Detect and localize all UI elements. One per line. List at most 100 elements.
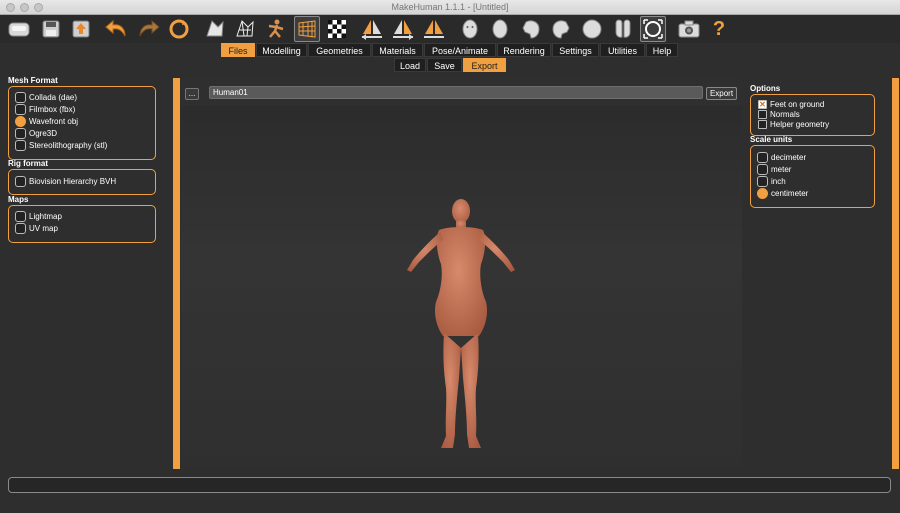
- back-view-icon: [492, 19, 508, 39]
- radio-button[interactable]: [15, 104, 26, 115]
- radio-button-selected[interactable]: [757, 188, 768, 199]
- export-button[interactable]: Export: [706, 87, 737, 100]
- mesh-format-option-collada[interactable]: Collada (dae): [15, 92, 77, 103]
- maps-title: Maps: [8, 195, 29, 204]
- toolbar-button-help[interactable]: ?: [706, 16, 732, 42]
- maps-option-lightmap[interactable]: Lightmap: [15, 211, 62, 222]
- left-view-icon: [522, 20, 540, 39]
- radio-button[interactable]: [757, 152, 768, 163]
- mesh-format-option-filmbox[interactable]: Filmbox (fbx): [15, 104, 75, 115]
- toolbar-button-right-view[interactable]: [548, 16, 574, 42]
- toolbar-button-bottom-view[interactable]: [610, 16, 636, 42]
- toolbar-button-save[interactable]: [38, 16, 64, 42]
- radio-button[interactable]: [757, 176, 768, 187]
- toolbar-button-redo[interactable]: [135, 16, 161, 42]
- tab-settings[interactable]: Settings: [552, 43, 599, 57]
- tab-files[interactable]: Files: [221, 43, 255, 57]
- filename-input[interactable]: Human01: [209, 86, 703, 99]
- checkbox[interactable]: [758, 110, 767, 119]
- options-group: ✕ Feet on ground Normals Helper geometry: [750, 94, 875, 136]
- pose-icon: [268, 19, 284, 38]
- help-icon: ?: [712, 17, 726, 40]
- checkbox[interactable]: [15, 211, 26, 222]
- scale-option-decimeter[interactable]: decimeter: [757, 152, 806, 163]
- toolbar-button-checker[interactable]: [324, 16, 350, 42]
- toolbar-button-screenshot[interactable]: [676, 16, 702, 42]
- toolbar-button-reset[interactable]: [166, 16, 192, 42]
- right-splitter[interactable]: [892, 78, 899, 469]
- scale-units-group: decimeter meter inch centimeter: [750, 145, 875, 208]
- tab-modelling[interactable]: Modelling: [256, 43, 307, 57]
- browse-button[interactable]: ...: [185, 88, 199, 100]
- front-view-icon: [462, 19, 478, 39]
- rig-format-title: Rig format: [8, 159, 48, 168]
- toolbar-button-undo[interactable]: [104, 16, 130, 42]
- tab-help[interactable]: Help: [646, 43, 678, 57]
- radio-button[interactable]: [757, 164, 768, 175]
- toolbar-button-reset-camera[interactable]: [640, 16, 666, 42]
- scale-option-inch[interactable]: inch: [757, 176, 786, 187]
- toolbar-button-pose[interactable]: [263, 16, 289, 42]
- wireframe-mesh-icon: [236, 20, 254, 37]
- redo-icon: [139, 19, 160, 37]
- subtab-load[interactable]: Load: [394, 58, 426, 72]
- radio-button[interactable]: [15, 128, 26, 139]
- toolbar-button-front-view[interactable]: [457, 16, 483, 42]
- reset-camera-icon: [643, 19, 663, 39]
- scale-units-title: Scale units: [750, 135, 793, 144]
- options-title: Options: [750, 84, 781, 93]
- sub-tab-bar: Load Save Export: [0, 58, 900, 72]
- scale-option-centimeter[interactable]: centimeter: [757, 188, 808, 199]
- tab-rendering[interactable]: Rendering: [497, 43, 551, 57]
- main-toolbar: ?: [0, 15, 900, 43]
- top-view-icon: [582, 19, 602, 39]
- toolbar-button-grid[interactable]: [294, 16, 320, 42]
- mesh-format-option-stl[interactable]: Stereolithography (stl): [15, 140, 107, 151]
- undo-icon: [105, 19, 126, 37]
- toolbar-button-export[interactable]: [68, 16, 94, 42]
- radio-button[interactable]: [15, 92, 26, 103]
- mesh-format-option-ogre3d[interactable]: Ogre3D: [15, 128, 57, 139]
- radio-button[interactable]: [15, 140, 26, 151]
- main-tab-bar: Files Modelling Geometries Materials Pos…: [0, 43, 900, 57]
- status-bar: [8, 477, 891, 493]
- toolbar-button-symmetry-left[interactable]: [359, 16, 385, 42]
- left-splitter[interactable]: [173, 78, 180, 469]
- save-icon: [42, 20, 60, 38]
- radio-button-selected[interactable]: [15, 116, 26, 127]
- symmetry-right-icon: [393, 20, 413, 40]
- tab-materials[interactable]: Materials: [372, 43, 423, 57]
- toolbar-button-symmetry[interactable]: [421, 16, 447, 42]
- toolbar-button-symmetry-right[interactable]: [390, 16, 416, 42]
- toolbar-button-smooth[interactable]: [202, 16, 228, 42]
- screenshot-icon: [678, 20, 700, 38]
- option-helper-geometry[interactable]: Helper geometry: [758, 119, 829, 130]
- human-figure: [407, 199, 515, 448]
- checkbox[interactable]: [758, 120, 767, 129]
- checkbox-checked[interactable]: ✕: [758, 100, 767, 109]
- title-bar: MakeHuman 1.1.1 - [Untitled]: [0, 0, 900, 15]
- tab-pose-animate[interactable]: Pose/Animate: [424, 43, 496, 57]
- toolbar-button-top-view[interactable]: [579, 16, 605, 42]
- bottom-view-icon: [615, 19, 631, 38]
- toolbar-button-wireframe[interactable]: [6, 16, 32, 42]
- checkbox[interactable]: [15, 223, 26, 234]
- radio-button[interactable]: [15, 176, 26, 187]
- scale-option-meter[interactable]: meter: [757, 164, 791, 175]
- maps-option-uv-map[interactable]: UV map: [15, 223, 58, 234]
- tab-utilities[interactable]: Utilities: [600, 43, 645, 57]
- window-title: MakeHuman 1.1.1 - [Untitled]: [391, 2, 509, 12]
- 3d-viewport[interactable]: [181, 78, 742, 469]
- toolbar-button-back-view[interactable]: [487, 16, 513, 42]
- symmetry-icon: [424, 20, 444, 38]
- rig-format-option-bvh[interactable]: Biovision Hierarchy BVH: [15, 176, 116, 187]
- export-icon: [72, 20, 90, 38]
- app-window: MakeHuman 1.1.1 - [Untitled] ? Files Mod…: [0, 0, 900, 513]
- toolbar-button-wireframe-mesh[interactable]: [232, 16, 258, 42]
- subtab-save[interactable]: Save: [427, 58, 462, 72]
- tab-geometries[interactable]: Geometries: [308, 43, 371, 57]
- subtab-export[interactable]: Export: [463, 58, 506, 72]
- mesh-format-option-wavefront[interactable]: Wavefront obj: [15, 116, 78, 127]
- toolbar-button-left-view[interactable]: [518, 16, 544, 42]
- human-model: [407, 199, 515, 448]
